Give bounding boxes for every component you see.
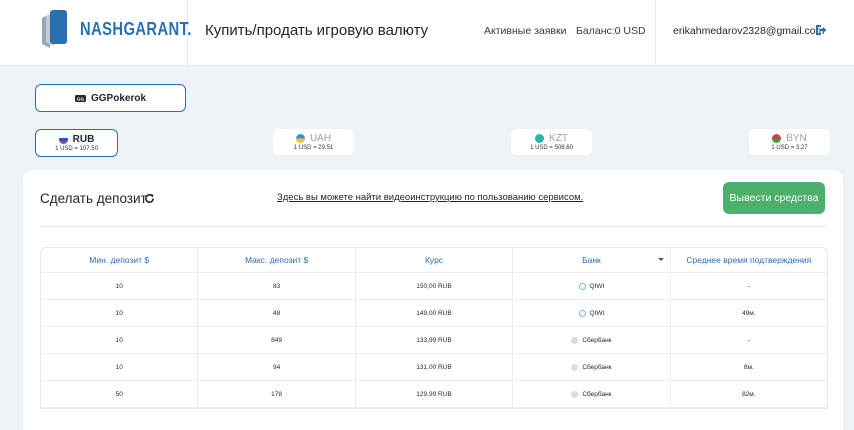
- active-orders-link[interactable]: Активные заявки: [484, 25, 566, 37]
- page-title: Купить/продать игровую валюту: [205, 22, 429, 39]
- cell-min-deposit: 10: [41, 273, 199, 299]
- cell-avg-time: 49м.: [742, 309, 756, 317]
- offers-table: Мин. депозит $ Макс. депозит $ Курс Банк…: [40, 247, 828, 409]
- cell-max-deposit: 849: [198, 327, 356, 353]
- cell-avg-time: 82м.: [742, 390, 756, 398]
- cell-bank: Сбербанк: [513, 381, 671, 407]
- header: NASHGARANT. Купить/продать игровую валют…: [0, 0, 854, 66]
- logo-text: NASHGARANT.: [80, 19, 192, 39]
- currency-rate: 1 USD = 29.51: [293, 145, 334, 151]
- currency-rate: 1 USD = 3.27: [771, 145, 808, 151]
- col-bank-label: Банк: [582, 255, 601, 265]
- cell-bank: Сбербанк: [513, 354, 671, 380]
- cell-min-deposit: 10: [41, 300, 199, 326]
- currency-code: BYN: [786, 133, 807, 144]
- flag-ru-icon: [58, 135, 68, 144]
- bank-name: Сбербанк: [582, 336, 612, 344]
- cell-max-deposit: 94: [198, 354, 356, 380]
- cell-avg-time: -: [747, 336, 750, 344]
- cell-max-deposit: 48: [198, 300, 356, 326]
- cell-rate: 133,99 RUB: [356, 327, 514, 353]
- cell-bank: QIWI: [513, 300, 671, 326]
- cell-min-deposit: 50: [41, 381, 199, 407]
- currency-tab-rub[interactable]: RUB 1 USD = 107.50: [35, 129, 118, 157]
- cell-max-deposit: 83: [198, 273, 356, 299]
- cell-rate: 129,99 RUB: [356, 381, 514, 407]
- currency-code: KZT: [549, 133, 568, 144]
- currency-tab-byn[interactable]: BYN 1 USD = 3.27: [749, 129, 830, 155]
- withdraw-button[interactable]: Вывести средства: [723, 182, 825, 214]
- cell-max-deposit: 178: [198, 381, 356, 407]
- cell-avg-time: 8м.: [743, 363, 754, 371]
- qiwi-icon: [578, 282, 586, 290]
- bank-name: QIWI: [589, 309, 605, 317]
- table-row[interactable]: 10 849 133,99 RUB Сбербанк -: [41, 327, 827, 354]
- currency-rate: 1 USD = 508.60: [530, 145, 573, 151]
- col-max-deposit[interactable]: Макс. депозит $: [198, 248, 356, 272]
- cell-min-deposit: 10: [41, 354, 199, 380]
- col-rate[interactable]: Курс: [356, 248, 514, 272]
- cell-avg-time: -: [747, 282, 750, 290]
- cell-bank: Сбербанк: [513, 327, 671, 353]
- bank-name: Сбербанк: [582, 363, 612, 371]
- deposit-panel: Сделать депозит Здесь вы можете найти ви…: [23, 170, 843, 430]
- chevron-down-icon[interactable]: [657, 258, 664, 261]
- logo[interactable]: NASHGARANT.: [0, 0, 192, 65]
- divider: [40, 226, 826, 227]
- cell-bank: QIWI: [513, 273, 671, 299]
- refresh-icon[interactable]: [144, 193, 155, 204]
- col-bank[interactable]: Банк: [513, 248, 671, 272]
- svg-text:GG: GG: [77, 96, 85, 101]
- cell-rate: 149,00 RUB: [356, 300, 514, 326]
- bank-name: Сбербанк: [582, 390, 612, 398]
- currency-code: RUB: [72, 134, 95, 145]
- table-row[interactable]: 10 83 150,00 RUB QIWI -: [41, 273, 827, 300]
- user-email[interactable]: erikahmedarov2328@gmail.com: [673, 25, 824, 37]
- platform-selector[interactable]: GG GGPokerok: [35, 84, 186, 112]
- currency-rate: 1 USD = 107.50: [55, 146, 98, 152]
- col-avg-time[interactable]: Среднее время подтверждения: [671, 248, 827, 272]
- table-row[interactable]: 10 94 131,00 RUB Сбербанк 8м.: [41, 354, 827, 381]
- table-row[interactable]: 50 178 129,99 RUB Сбербанк 82м.: [41, 381, 827, 408]
- cell-min-deposit: 10: [41, 327, 199, 353]
- bank-name: QIWI: [589, 282, 605, 290]
- sberbank-icon: [571, 363, 579, 371]
- currency-code: UAH: [309, 133, 332, 144]
- flag-by-icon: [772, 134, 782, 143]
- qiwi-icon: [578, 309, 586, 317]
- col-min-deposit[interactable]: Мин. депозит $: [41, 248, 199, 272]
- flag-ua-icon: [295, 134, 305, 143]
- flag-kz-icon: [535, 134, 545, 143]
- cell-rate: 150,00 RUB: [356, 273, 514, 299]
- cell-rate: 131,00 RUB: [356, 354, 514, 380]
- deposit-title: Сделать депозит: [40, 191, 147, 206]
- currency-tab-kzt[interactable]: KZT 1 USD = 508.60: [511, 129, 592, 155]
- logout-icon[interactable]: [815, 24, 827, 36]
- header-divider: [655, 0, 656, 65]
- sberbank-icon: [571, 336, 579, 344]
- ggpoker-icon: GG: [74, 94, 86, 102]
- logo-icon: [42, 10, 67, 48]
- platform-label: GGPokerok: [90, 92, 147, 104]
- video-instruction-link[interactable]: Здесь вы можете найти видеоинструкцию по…: [277, 192, 583, 203]
- balance-display: Баланс:0 USD: [576, 25, 646, 37]
- currency-tab-uah[interactable]: UAH 1 USD = 29.51: [273, 129, 354, 155]
- table-header: Мин. депозит $ Макс. депозит $ Курс Банк…: [41, 248, 827, 273]
- sberbank-icon: [571, 390, 579, 398]
- table-row[interactable]: 10 48 149,00 RUB QIWI 49м.: [41, 300, 827, 327]
